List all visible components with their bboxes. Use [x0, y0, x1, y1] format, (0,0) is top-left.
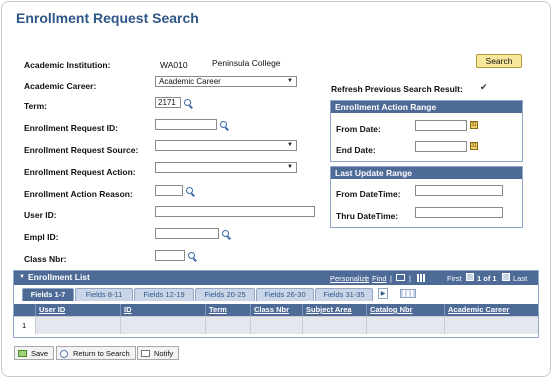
enrollment-list-header: ▼ Enrollment List Personalize | Find | |…: [14, 271, 538, 285]
term-label: Term:: [24, 101, 47, 111]
from-datetime-label: From DateTime:: [336, 189, 401, 199]
enrollment-action-reason-lookup-icon[interactable]: [186, 187, 193, 194]
empl-id-field[interactable]: [155, 228, 219, 239]
search-icon: [60, 350, 68, 358]
empl-id-lookup-icon[interactable]: [222, 230, 229, 237]
end-date-label: End Date:: [336, 145, 376, 155]
enrollment-list-title: Enrollment List: [28, 272, 90, 282]
enrollment-action-reason-label: Enrollment Action Reason:: [24, 189, 133, 199]
enrollment-request-id-field[interactable]: [155, 119, 217, 130]
column-header-class-nbr[interactable]: Class Nbr: [251, 304, 303, 316]
column-header-subject-area[interactable]: Subject Area: [303, 304, 367, 316]
user-id-field[interactable]: [155, 206, 315, 217]
chevron-down-icon: ▼: [287, 78, 293, 84]
save-label: Save: [31, 349, 49, 358]
tab-fields-12-19[interactable]: Fields 12-19: [134, 288, 194, 301]
academic-career-label: Academic Career:: [24, 81, 97, 91]
academic-institution-value: WA010: [160, 60, 188, 70]
term-lookup-icon[interactable]: [184, 99, 191, 106]
table-row: 1: [14, 316, 36, 334]
calendar-icon[interactable]: 31: [470, 142, 478, 150]
column-header-term[interactable]: Term: [206, 304, 251, 316]
notify-icon: [141, 350, 150, 357]
thru-datetime-label: Thru DateTime:: [336, 211, 399, 221]
last-link[interactable]: Last: [513, 274, 527, 283]
enrollment-action-reason-field[interactable]: [155, 185, 183, 196]
enrollment-action-range-title: Enrollment Action Range: [331, 101, 522, 113]
chevron-down-icon: ▼: [287, 164, 293, 170]
calendar-icon[interactable]: 31: [470, 121, 478, 129]
table-cell: [367, 316, 445, 334]
column-header-user-id[interactable]: User ID: [36, 304, 121, 316]
table-cell: [36, 316, 121, 334]
notify-label: Notify: [154, 349, 174, 358]
enrollment-request-id-label: Enrollment Request ID:: [24, 123, 118, 133]
thru-datetime-field[interactable]: [415, 207, 503, 218]
table-cell: [206, 316, 251, 334]
academic-institution-label: Academic Institution:: [24, 60, 111, 70]
return-to-search-label: Return to Search: [73, 349, 130, 358]
table-cell: [445, 316, 538, 334]
academic-institution-desc: Peninsula College: [212, 58, 281, 68]
personalize-link[interactable]: Personalize: [330, 274, 369, 283]
view-all-icon[interactable]: [396, 274, 405, 281]
class-nbr-label: Class Nbr:: [24, 254, 67, 264]
page-title: Enrollment Request Search: [16, 10, 199, 26]
row-count: 1 of 1: [477, 274, 497, 283]
enrollment-request-action-label: Enrollment Request Action:: [24, 167, 136, 177]
enrollment-request-id-lookup-icon[interactable]: [220, 121, 227, 128]
academic-career-selected: Academic Career: [159, 77, 221, 86]
divider: |: [409, 274, 411, 283]
tab-fields-20-25[interactable]: Fields 20-25: [195, 288, 255, 301]
collapse-icon[interactable]: ▼: [19, 274, 25, 280]
tab-fields-8-11[interactable]: Fields 8-11: [75, 288, 133, 301]
term-field[interactable]: 2171: [155, 97, 181, 108]
find-link[interactable]: Find: [372, 274, 387, 283]
enrollment-request-source-label: Enrollment Request Source:: [24, 145, 139, 155]
next-tab-icon[interactable]: ▶: [378, 288, 388, 299]
refresh-checkbox[interactable]: ✔: [480, 82, 488, 93]
search-button[interactable]: Search: [476, 54, 522, 68]
row-number: 1: [22, 321, 27, 330]
enrollment-list-grid: ▼ Enrollment List Personalize | Find | |…: [13, 270, 539, 338]
column-header-academic-career[interactable]: Academic Career: [445, 304, 538, 316]
divider: |: [365, 274, 367, 283]
enrollment-request-source-select[interactable]: ▼: [155, 140, 297, 151]
academic-career-select[interactable]: Academic Career ▼: [155, 76, 297, 87]
divider: |: [390, 274, 392, 283]
return-to-search-button[interactable]: Return to Search: [56, 346, 136, 360]
save-icon: [18, 350, 27, 357]
class-nbr-field[interactable]: [155, 250, 185, 261]
first-arrow-icon[interactable]: [466, 273, 474, 281]
last-arrow-icon[interactable]: [502, 273, 510, 281]
show-all-columns-icon[interactable]: [400, 289, 416, 298]
table-cell: [121, 316, 206, 334]
end-date-field[interactable]: [415, 141, 467, 152]
download-icon[interactable]: [417, 274, 426, 282]
empl-id-label: Empl ID:: [24, 232, 59, 242]
column-header-row-number: [14, 304, 36, 316]
tab-fields-31-35[interactable]: Fields 31-35: [315, 288, 373, 301]
refresh-label: Refresh Previous Search Result:: [331, 84, 463, 94]
field-tabs: Fields 1-7 Fields 8-11 Fields 12-19 Fiel…: [14, 286, 538, 302]
from-date-label: From Date:: [336, 124, 381, 134]
notify-button[interactable]: Notify: [137, 346, 180, 360]
class-nbr-lookup-icon[interactable]: [188, 252, 195, 259]
from-date-field[interactable]: [415, 120, 467, 131]
last-update-range-title: Last Update Range: [331, 167, 522, 179]
column-header-id[interactable]: ID: [121, 304, 206, 316]
table-cell: [303, 316, 367, 334]
user-id-label: User ID:: [24, 210, 57, 220]
save-button[interactable]: Save: [14, 346, 55, 360]
tab-fields-1-7[interactable]: Fields 1-7: [22, 288, 74, 301]
chevron-down-icon: ▼: [287, 142, 293, 148]
enrollment-request-action-select[interactable]: ▼: [155, 162, 297, 173]
from-datetime-field[interactable]: [415, 185, 503, 196]
tab-fields-26-30[interactable]: Fields 26-30: [256, 288, 314, 301]
column-header-catalog-nbr[interactable]: Catalog Nbr: [367, 304, 445, 316]
table-cell: [251, 316, 303, 334]
first-link[interactable]: First: [447, 274, 462, 283]
